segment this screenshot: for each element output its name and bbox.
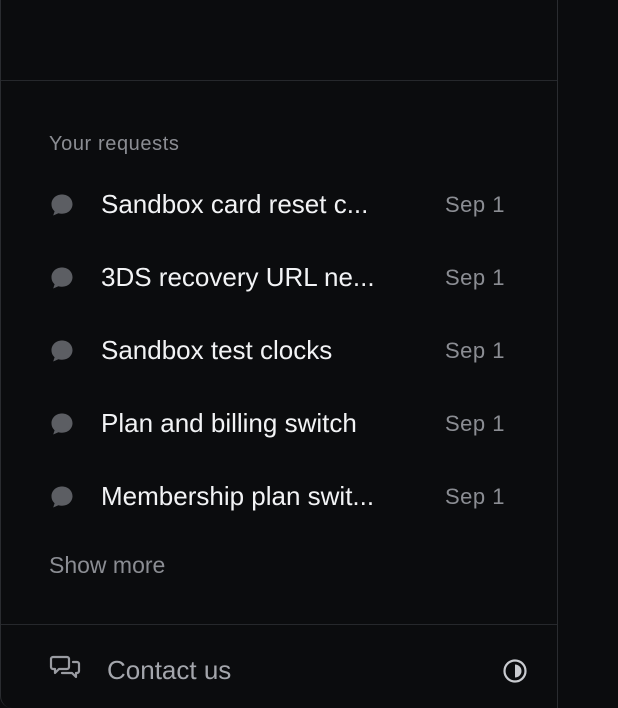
request-item[interactable]: Membership plan swit... Sep 1 [49,460,519,533]
chat-bubble-icon [49,337,77,365]
chat-bubble-icon [49,264,77,292]
contrast-icon [502,659,528,688]
section-title: Your requests [49,133,180,155]
chat-bubbles-icon [49,652,81,689]
show-more-link[interactable]: Show more [49,552,165,579]
request-item[interactable]: Sandbox card reset c... Sep 1 [49,168,519,241]
chat-bubble-icon [49,483,77,511]
request-date: Sep 1 [445,337,505,363]
requests-list: Sandbox card reset c... Sep 1 3DS recove… [49,168,519,533]
request-date: Sep 1 [445,191,505,217]
bottom-divider [1,624,557,625]
theme-toggle-button[interactable] [502,658,528,684]
chat-bubble-icon [49,410,77,438]
request-title: Membership plan swit... [101,481,375,511]
request-title: Sandbox card reset c... [101,189,369,219]
request-date: Sep 1 [445,264,505,290]
request-date: Sep 1 [445,410,505,436]
contact-us-label: Contact us [107,655,232,685]
request-date: Sep 1 [445,483,505,509]
request-title: Sandbox test clocks [101,335,333,365]
request-title: Plan and billing switch [101,408,357,438]
contact-us-button[interactable]: Contact us [49,652,231,689]
support-panel: Your requests Sandbox card reset c... Se… [0,0,558,708]
request-title: 3DS recovery URL ne... [101,262,375,292]
chat-bubble-icon [49,191,77,219]
request-item[interactable]: Sandbox test clocks Sep 1 [49,314,519,387]
request-item[interactable]: 3DS recovery URL ne... Sep 1 [49,241,519,314]
top-divider [1,80,557,81]
request-item[interactable]: Plan and billing switch Sep 1 [49,387,519,460]
page: Your requests Sandbox card reset c... Se… [0,0,618,708]
